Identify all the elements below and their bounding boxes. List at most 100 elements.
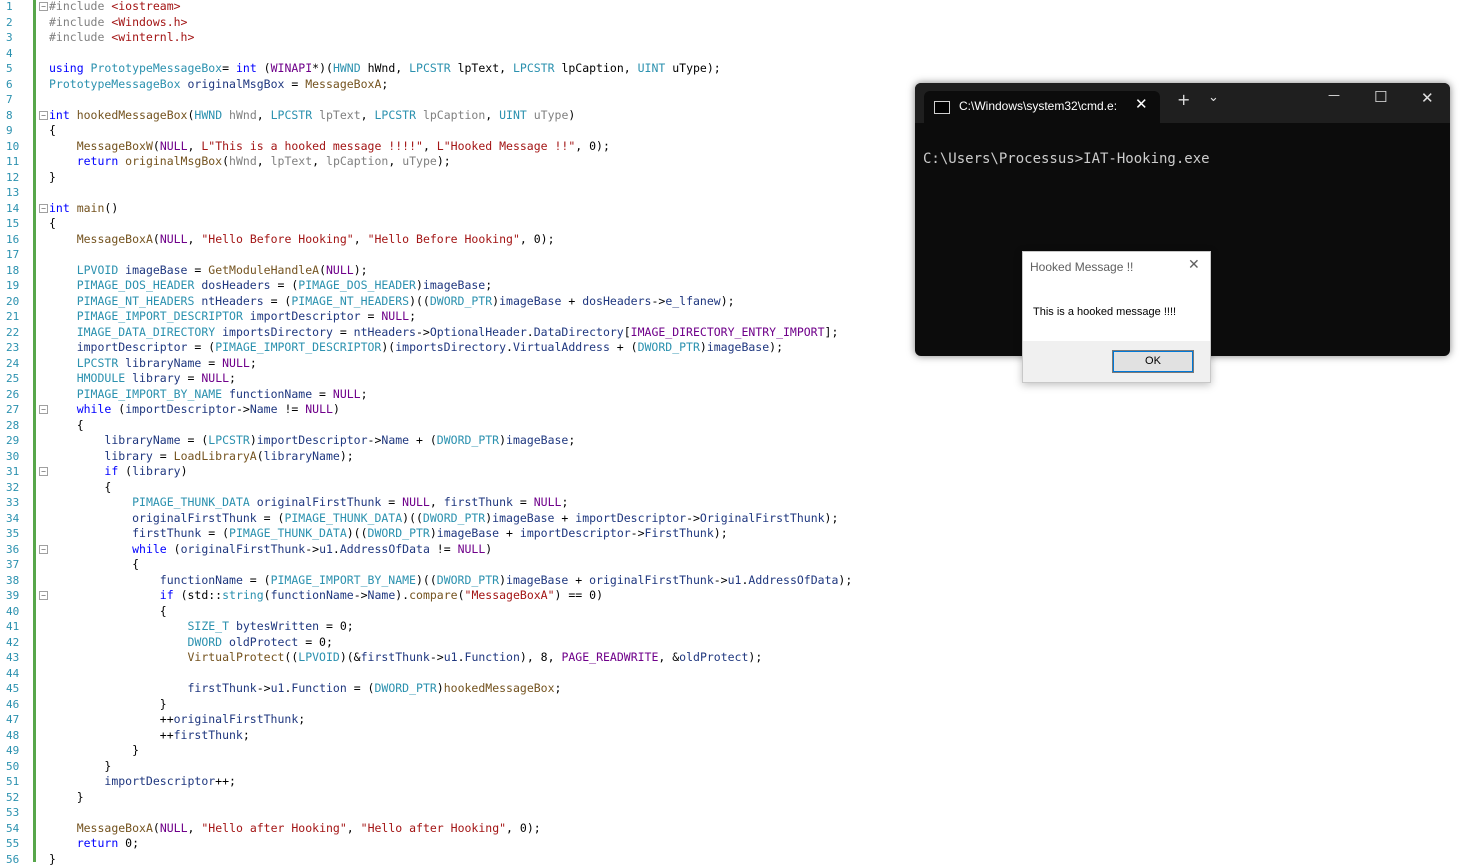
code-line[interactable]: 37 { <box>0 557 1462 573</box>
code-text: PIMAGE_IMPORT_BY_NAME functionName = NUL… <box>49 387 368 403</box>
code-text: IMAGE_DATA_DIRECTORY importsDirectory = … <box>49 325 838 341</box>
code-text: firstThunk->u1.Function = (DWORD_PTR)hoo… <box>49 681 561 697</box>
fold-toggle-icon[interactable]: − <box>39 591 48 600</box>
code-text: { <box>49 604 167 620</box>
code-text: } <box>49 170 56 186</box>
code-text: PrototypeMessageBox originalMsgBox = Mes… <box>49 77 388 93</box>
code-line[interactable]: 4 <box>0 46 1462 62</box>
line-number: 35 <box>0 526 32 542</box>
code-text: importDescriptor++; <box>49 774 236 790</box>
tab-dropdown-icon[interactable]: ⌄ <box>1208 90 1219 105</box>
line-number: 17 <box>0 247 32 263</box>
line-number: 18 <box>0 263 32 279</box>
close-button[interactable]: ✕ <box>1421 89 1434 107</box>
code-text: MessageBoxA(NULL, "Hello after Hooking",… <box>49 821 541 837</box>
code-text: int hookedMessageBox(HWND hWnd, LPCSTR l… <box>49 108 575 124</box>
code-line[interactable]: 55 return 0; <box>0 836 1462 852</box>
code-line[interactable]: 38 functionName = (PIMAGE_IMPORT_BY_NAME… <box>0 573 1462 589</box>
fold-toggle-icon[interactable]: − <box>39 204 48 213</box>
minimize-button[interactable]: — <box>1328 88 1340 102</box>
tab-close-icon[interactable]: ✕ <box>1135 95 1148 113</box>
code-line[interactable]: 45 firstThunk->u1.Function = (DWORD_PTR)… <box>0 681 1462 697</box>
line-number: 39 <box>0 588 32 604</box>
fold-toggle-icon[interactable]: − <box>39 467 48 476</box>
code-line[interactable]: 47 ++originalFirstThunk; <box>0 712 1462 728</box>
code-line[interactable]: 46 } <box>0 697 1462 713</box>
code-line[interactable]: 24 LPCSTR libraryName = NULL; <box>0 356 1462 372</box>
dialog-close-icon[interactable]: ✕ <box>1188 257 1200 273</box>
code-text: PIMAGE_DOS_HEADER dosHeaders = (PIMAGE_D… <box>49 278 492 294</box>
line-number: 3 <box>0 30 32 46</box>
code-line[interactable]: 35 firstThunk = (PIMAGE_THUNK_DATA)((DWO… <box>0 526 1462 542</box>
fold-toggle-icon[interactable]: − <box>39 545 48 554</box>
code-line[interactable]: 31− if (library) <box>0 464 1462 480</box>
line-number: 32 <box>0 480 32 496</box>
code-line[interactable]: 25 HMODULE library = NULL; <box>0 371 1462 387</box>
code-text: ++firstThunk; <box>49 728 250 744</box>
code-text: ++originalFirstThunk; <box>49 712 305 728</box>
line-number: 25 <box>0 371 32 387</box>
code-text: PIMAGE_NT_HEADERS ntHeaders = (PIMAGE_NT… <box>49 294 735 310</box>
code-line[interactable]: 28 { <box>0 418 1462 434</box>
code-line[interactable]: 53 <box>0 805 1462 821</box>
code-line[interactable]: 26 PIMAGE_IMPORT_BY_NAME functionName = … <box>0 387 1462 403</box>
code-line[interactable]: 29 libraryName = (LPCSTR)importDescripto… <box>0 433 1462 449</box>
code-line[interactable]: 44 <box>0 666 1462 682</box>
line-number: 26 <box>0 387 32 403</box>
line-number: 16 <box>0 232 32 248</box>
message-box-dialog[interactable]: Hooked Message !! ✕ This is a hooked mes… <box>1022 251 1211 383</box>
dialog-message: This is a hooked message !!!! <box>1033 306 1176 318</box>
code-text: { <box>49 123 56 139</box>
code-line[interactable]: 50 } <box>0 759 1462 775</box>
code-text: #include <winternl.h> <box>49 30 194 46</box>
line-number: 19 <box>0 278 32 294</box>
code-line[interactable]: 49 } <box>0 743 1462 759</box>
code-line[interactable]: 48 ++firstThunk; <box>0 728 1462 744</box>
fold-toggle-icon[interactable]: − <box>39 405 48 414</box>
line-number: 8 <box>0 108 32 124</box>
code-line[interactable]: 3 #include <winternl.h> <box>0 30 1462 46</box>
line-number: 36 <box>0 542 32 558</box>
code-line[interactable]: 5using PrototypeMessageBox= int (WINAPI*… <box>0 61 1462 77</box>
maximize-button[interactable]: ☐ <box>1374 88 1387 106</box>
code-line[interactable]: 56} <box>0 852 1462 867</box>
line-number: 50 <box>0 759 32 775</box>
code-line[interactable]: 52 } <box>0 790 1462 806</box>
terminal-output: C:\Users\Processus>IAT-Hooking.exe <box>923 151 1210 167</box>
code-text: { <box>49 557 139 573</box>
code-line[interactable]: 33 PIMAGE_THUNK_DATA originalFirstThunk … <box>0 495 1462 511</box>
line-number: 43 <box>0 650 32 666</box>
code-text: #include <iostream> <box>49 0 181 15</box>
code-line[interactable]: 30 library = LoadLibraryA(libraryName); <box>0 449 1462 465</box>
code-line[interactable]: 1−#include <iostream> <box>0 0 1462 15</box>
ok-button[interactable]: OK <box>1112 350 1194 373</box>
code-text: } <box>49 759 111 775</box>
line-number: 49 <box>0 743 32 759</box>
code-line[interactable]: 51 importDescriptor++; <box>0 774 1462 790</box>
line-number: 27 <box>0 402 32 418</box>
code-line[interactable]: 54 MessageBoxA(NULL, "Hello after Hookin… <box>0 821 1462 837</box>
code-line[interactable]: 27− while (importDescriptor->Name != NUL… <box>0 402 1462 418</box>
code-line[interactable]: 40 { <box>0 604 1462 620</box>
code-line[interactable]: 32 { <box>0 480 1462 496</box>
code-line[interactable]: 2#include <Windows.h> <box>0 15 1462 31</box>
line-number: 13 <box>0 185 32 201</box>
code-line[interactable]: 36− while (originalFirstThunk->u1.Addres… <box>0 542 1462 558</box>
fold-toggle-icon[interactable]: − <box>39 2 48 11</box>
new-tab-button[interactable]: + <box>1177 90 1190 109</box>
code-line[interactable]: 34 originalFirstThunk = (PIMAGE_THUNK_DA… <box>0 511 1462 527</box>
code-line[interactable]: 41 SIZE_T bytesWritten = 0; <box>0 619 1462 635</box>
code-text: LPCSTR libraryName = NULL; <box>49 356 257 372</box>
code-text: HMODULE library = NULL; <box>49 371 236 387</box>
code-text: MessageBoxA(NULL, "Hello Before Hooking"… <box>49 232 555 248</box>
code-line[interactable]: 42 DWORD oldProtect = 0; <box>0 635 1462 651</box>
code-line[interactable]: 39− if (std::string(functionName->Name).… <box>0 588 1462 604</box>
line-number: 47 <box>0 712 32 728</box>
fold-toggle-icon[interactable]: − <box>39 111 48 120</box>
terminal-titlebar[interactable]: C:\Windows\system32\cmd.e: ✕ + ⌄ — ☐ ✕ <box>915 83 1450 123</box>
code-line[interactable]: 43 VirtualProtect((LPVOID)(&firstThunk->… <box>0 650 1462 666</box>
cmd-icon <box>934 101 950 114</box>
terminal-tab[interactable]: C:\Windows\system32\cmd.e: ✕ <box>924 91 1160 123</box>
code-text: { <box>49 480 111 496</box>
dialog-footer: OK <box>1023 341 1210 382</box>
